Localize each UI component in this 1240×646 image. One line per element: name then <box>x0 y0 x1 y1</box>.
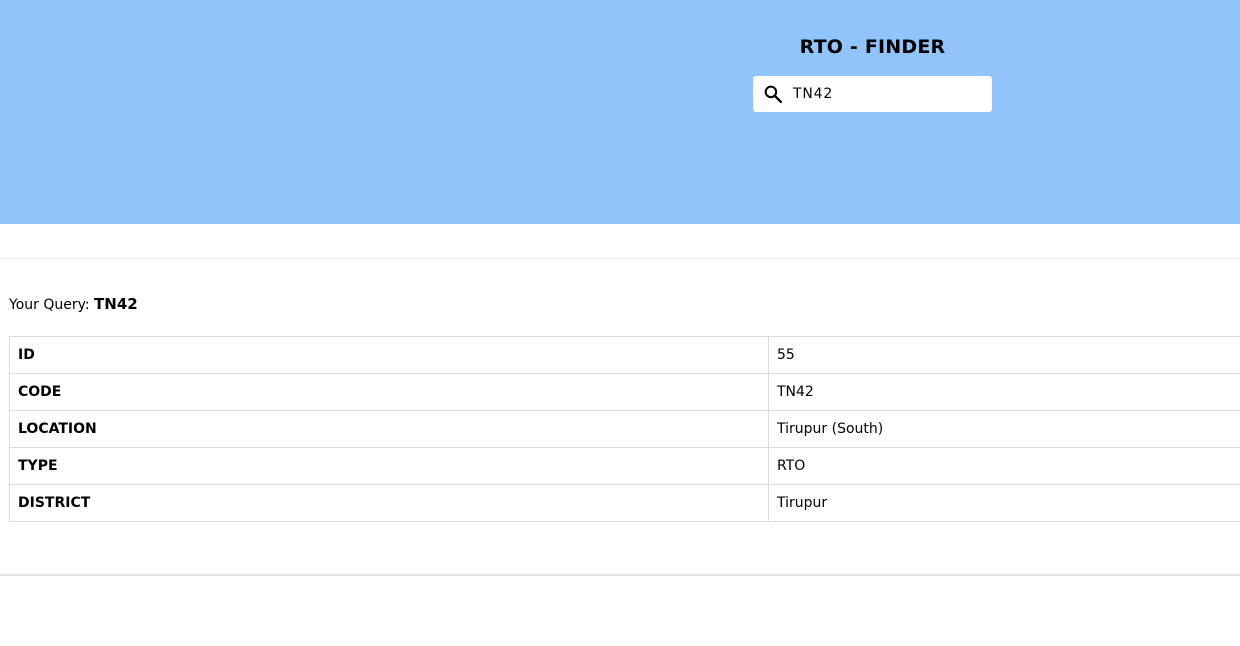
query-label: Your Query: <box>9 297 90 313</box>
row-key: CODE <box>9 373 769 411</box>
result-table: ID 55 CODE TN42 LOCATION Tirupur (South)… <box>9 336 1240 522</box>
query-value: TN42 <box>94 295 138 313</box>
header-banner: RTO - FINDER <box>0 0 1240 224</box>
row-value: Tirupur (South) <box>768 410 1240 448</box>
page-title: RTO - FINDER <box>799 36 946 58</box>
table-row: DISTRICT Tirupur <box>9 484 1240 522</box>
row-value: Tirupur <box>768 484 1240 522</box>
search-input[interactable] <box>793 79 983 109</box>
table-row: CODE TN42 <box>9 373 1240 411</box>
divider <box>0 574 1240 576</box>
table-row: TYPE RTO <box>9 447 1240 485</box>
table-row: ID 55 <box>9 336 1240 374</box>
row-key: ID <box>9 336 769 374</box>
row-key: DISTRICT <box>9 484 769 522</box>
divider <box>0 258 1240 259</box>
table-row: LOCATION Tirupur (South) <box>9 410 1240 448</box>
row-key: TYPE <box>9 447 769 485</box>
row-key: LOCATION <box>9 410 769 448</box>
query-line: Your Query: TN42 <box>9 295 138 313</box>
search-box[interactable] <box>753 76 992 112</box>
search-icon[interactable] <box>753 76 793 112</box>
row-value: RTO <box>768 447 1240 485</box>
row-value: TN42 <box>768 373 1240 411</box>
row-value: 55 <box>768 336 1240 374</box>
